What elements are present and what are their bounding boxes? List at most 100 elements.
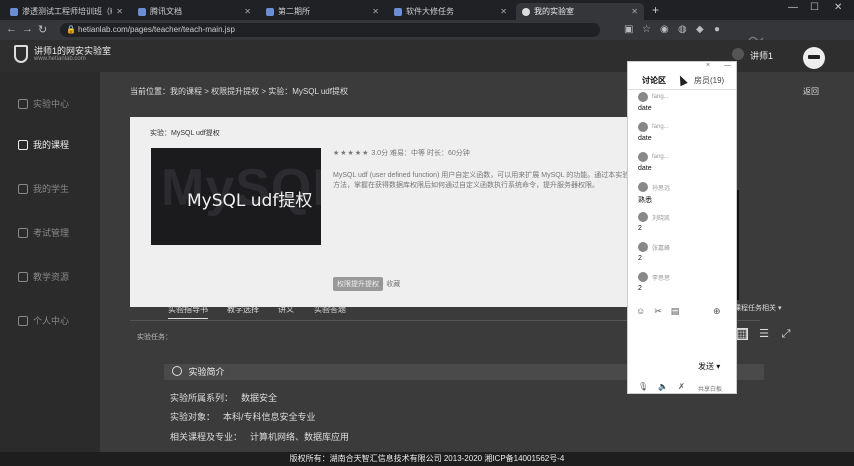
layout-select[interactable]: 课程任务相关 ▾ <box>734 303 781 313</box>
avatar <box>638 242 648 252</box>
image-icon[interactable]: ▤ <box>671 306 680 317</box>
grid-view-icon[interactable]: ▦ <box>736 328 748 340</box>
tab-teaching[interactable]: 教学选择 <box>227 304 259 315</box>
message-user: fang... <box>652 124 669 130</box>
avatar <box>638 122 648 132</box>
browser-tab[interactable]: 软件大修任务 ✕ <box>388 3 513 20</box>
tab-favicon-icon <box>394 7 402 16</box>
browser-tab-label: 渗透测试工程师培训班（Ka <box>22 7 113 16</box>
sidebar-item-lab-center[interactable]: 实验中心 <box>18 97 69 110</box>
info-value: 数据安全 <box>241 393 278 403</box>
fullscreen-icon[interactable]: ⤢ <box>780 328 792 340</box>
message-user: 刘晓凯 <box>652 215 671 222</box>
extension-icon[interactable]: ◉ <box>660 24 669 35</box>
avatar[interactable] <box>803 47 825 69</box>
tab-favicon-icon <box>522 7 530 16</box>
extension-icon[interactable]: ◆ <box>696 24 704 35</box>
browser-tab[interactable]: 第二期所 ✕ <box>260 3 385 20</box>
info-label: 相关课程及专业： <box>170 432 243 442</box>
microphone-icon[interactable]: 🎙 <box>638 382 648 391</box>
meta-text: 3.0分 难易：中等 时长：60分钟 <box>371 150 470 157</box>
whiteboard-link[interactable]: 共享白板 <box>698 384 722 393</box>
list-item: 刘晓凯 2 <box>638 212 670 232</box>
message-user: 李思思 <box>652 275 671 282</box>
user-icon <box>18 315 28 326</box>
info-label: 实验所属系列： <box>170 393 234 403</box>
list-item: 李思思 2 <box>638 272 670 292</box>
extension-icon[interactable]: ● <box>714 24 720 35</box>
extension-icon[interactable]: ◍ <box>678 24 687 35</box>
collapse-icon[interactable] <box>172 366 182 376</box>
chat-close-button[interactable]: × <box>706 62 710 69</box>
user-name[interactable]: 讲师1 <box>750 49 773 62</box>
category-tag[interactable]: 权限提升提权 <box>333 277 383 291</box>
browser-tab[interactable]: 腾讯文档 ✕ <box>132 3 257 20</box>
browser-tab-label: 我的实验室 <box>534 7 574 16</box>
reload-icon[interactable]: ↻ <box>38 23 47 36</box>
sidebar-item-profile[interactable]: 个人中心 <box>18 314 69 327</box>
tab-discussion[interactable]: 讨论区 <box>642 75 666 86</box>
scrollbar[interactable] <box>737 190 739 300</box>
brand-logo[interactable]: 讲师1的网安实验室 www.hetianlab.com <box>14 45 111 63</box>
tab-members[interactable]: 房员(19) <box>694 75 724 86</box>
new-tab-button[interactable]: + <box>652 3 659 17</box>
browser-tab-active[interactable]: 我的实验室 ✕ <box>516 3 644 20</box>
message-text: date <box>638 135 652 142</box>
minimize-button[interactable]: — <box>788 2 798 13</box>
chat-media-controls: 🎙 🔈 ✗ <box>638 382 685 391</box>
sidebar-item-my-students[interactable]: 我的学生 <box>18 182 69 195</box>
tab-handout[interactable]: 讲义 <box>278 304 294 315</box>
address-bar: ← → ↻ 🔒 hetianlab.com/pages/teacher/teac… <box>0 20 854 40</box>
sidebar-item-resources[interactable]: 教学资源 <box>18 270 69 283</box>
send-button[interactable]: 发送 ▾ <box>698 361 720 372</box>
url-field[interactable]: 🔒 hetianlab.com/pages/teacher/teach-main… <box>60 23 600 37</box>
avatar <box>638 152 648 162</box>
chevron-down-icon[interactable]: ▾ <box>716 362 720 371</box>
favorite-button[interactable]: ☆ 收藏 <box>378 279 400 289</box>
info-row: 实验所属系列： 数据安全 <box>170 391 277 404</box>
experiment-cover-image[interactable]: MySQL MySQL udf提权 <box>151 148 321 245</box>
speaker-icon[interactable]: 🔈 <box>658 382 668 391</box>
list-item: 孙思远 熟悉 <box>638 182 670 205</box>
back-link[interactable]: 返回 <box>803 86 819 97</box>
browser-tab[interactable]: 渗透测试工程师培训班（Ka ✕ <box>4 3 129 20</box>
sidebar-item-label: 教学资源 <box>33 272 70 282</box>
avatar <box>638 212 648 222</box>
mute-icon[interactable]: ✗ <box>678 382 685 391</box>
browser-tab-label: 第二期所 <box>278 7 310 16</box>
message-user: 张嘉峰 <box>652 245 671 252</box>
tab-answers[interactable]: 实验答题 <box>314 304 346 315</box>
tab-close-icon[interactable]: ✕ <box>116 7 123 16</box>
list-item: fang... date <box>638 122 669 142</box>
list-item: fang... date <box>638 92 669 112</box>
sidebar-item-my-courses[interactable]: 我的课程 <box>18 138 69 151</box>
emoji-icon[interactable]: ☺ <box>636 306 645 317</box>
add-icon[interactable]: ⊕ <box>713 306 721 317</box>
chat-minimize-button[interactable]: — <box>724 62 731 69</box>
avatar <box>638 272 648 282</box>
footer-copyright: 版权所有：湖南合天智汇信息技术有限公司 2013-2020 湘ICP备14001… <box>0 452 854 466</box>
discussion-panel: × — 讨论区 房员(19) fang... date fang... date… <box>627 61 737 394</box>
star-icon[interactable]: ☆ <box>642 24 651 35</box>
avatar <box>638 182 648 192</box>
close-window-button[interactable]: ✕ <box>834 2 842 13</box>
extension-icon[interactable]: ▣ <box>624 24 633 35</box>
breadcrumb[interactable]: 当前位置：我的课程 > 权限提升提权 > 实验：MySQL udf提权 <box>130 86 348 97</box>
tab-lab-guide[interactable]: 实验指导书 <box>168 304 208 319</box>
scissors-icon[interactable]: ✂ <box>654 306 662 317</box>
maximize-button[interactable]: ☐ <box>810 2 819 13</box>
url-text: hetianlab.com/pages/teacher/teach-main.j… <box>78 25 235 34</box>
message-icon[interactable] <box>732 48 744 60</box>
list-view-icon[interactable]: ☰ <box>758 328 770 340</box>
tab-close-icon[interactable]: ✕ <box>500 7 507 16</box>
tab-close-icon[interactable]: ✕ <box>244 7 251 16</box>
message-user: 孙思远 <box>652 185 671 192</box>
task-label: 实验任务： <box>137 334 172 341</box>
back-arrow-icon[interactable]: ← <box>6 23 17 35</box>
tab-favicon-icon <box>266 7 274 16</box>
forward-arrow-icon[interactable]: → <box>22 23 33 35</box>
sidebar-item-exams[interactable]: 考试管理 <box>18 226 69 239</box>
message-text: 2 <box>638 225 642 232</box>
tab-close-icon[interactable]: ✕ <box>631 7 638 16</box>
tab-close-icon[interactable]: ✕ <box>372 7 379 16</box>
